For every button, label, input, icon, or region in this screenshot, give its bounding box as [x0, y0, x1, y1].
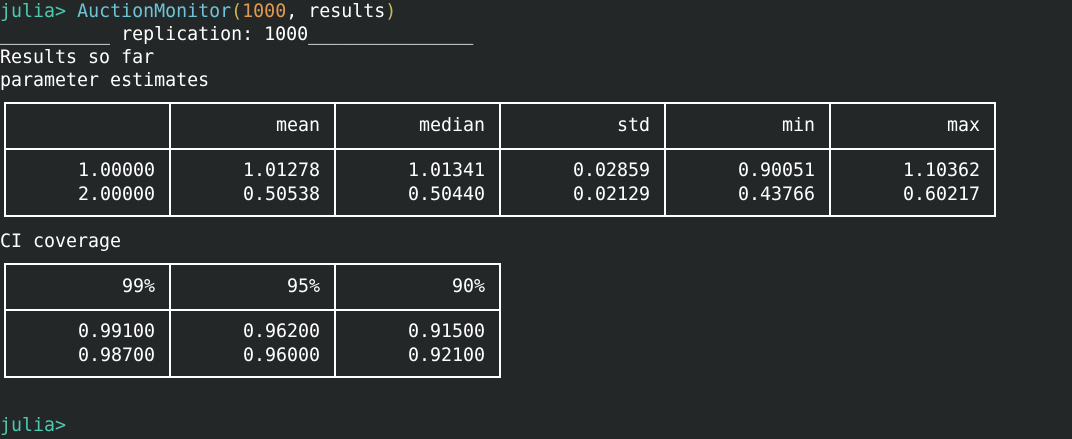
arg-number: 1000	[242, 1, 287, 22]
table-header-row: 99% 95% 90%	[4, 263, 501, 311]
results-heading: Results so far	[0, 47, 155, 68]
cell-value: 0.98700	[77, 344, 155, 366]
cell-value: 1.00000	[77, 159, 155, 181]
replication-line: __________ replication: 1000____________…	[0, 24, 474, 45]
table-cell: 1.10362 0.60217	[829, 148, 996, 217]
column-header-std: std	[499, 102, 666, 150]
table-cell: 1.00000 2.00000	[4, 148, 171, 217]
cell-value: 1.01278	[242, 159, 320, 181]
table-cell: 1.01278 0.50538	[169, 148, 336, 217]
cell-value: 0.50440	[407, 183, 485, 205]
column-header-95: 95%	[169, 263, 336, 311]
cell-value: 0.50538	[242, 183, 320, 205]
column-header-min: min	[664, 102, 831, 150]
cell-value: 0.96000	[242, 344, 320, 366]
table-cell: 1.01341 0.50440	[334, 148, 501, 217]
cell-value: 0.02859	[572, 159, 650, 181]
cell-value: 0.92100	[407, 344, 485, 366]
julia-prompt: julia>	[0, 1, 67, 22]
column-header-max: max	[829, 102, 996, 150]
column-header-median: median	[334, 102, 501, 150]
cell-value: 1.10362	[902, 159, 980, 181]
parameter-estimates-table: mean median std min max 1.00000 2.00000 1…	[4, 102, 996, 217]
table-cell: 0.02859 0.02129	[499, 148, 666, 217]
ci-heading: CI coverage	[0, 231, 122, 252]
open-paren: (	[231, 1, 243, 22]
ci-coverage-table: 99% 95% 90% 0.99100 0.98700 0.96200 0.9600…	[4, 263, 501, 378]
cell-value: 0.02129	[572, 183, 650, 205]
column-header-99: 99%	[4, 263, 171, 311]
cell-value: 0.91500	[407, 320, 485, 342]
param-heading: parameter estimates	[0, 70, 210, 91]
column-header-index	[4, 102, 171, 150]
cell-value: 0.60217	[902, 183, 980, 205]
cell-value: 0.90051	[737, 159, 815, 181]
column-header-90: 90%	[334, 263, 501, 311]
cell-value: 1.01341	[407, 159, 485, 181]
cell-value: 2.00000	[77, 183, 155, 205]
table-cell: 0.96200 0.96000	[169, 309, 336, 378]
cell-value: 0.96200	[242, 320, 320, 342]
cell-value: 0.99100	[77, 320, 155, 342]
table-cell: 0.91500 0.92100	[334, 309, 501, 378]
julia-prompt: julia>	[0, 415, 67, 436]
command-line: julia> AuctionMonitor(1000, results)	[0, 0, 396, 23]
cell-value: 0.43766	[737, 183, 815, 205]
table-header-row: mean median std min max	[4, 102, 996, 150]
table-row: 0.99100 0.98700 0.96200 0.96000 0.91500 0.9…	[4, 309, 501, 378]
input-line[interactable]: julia>	[0, 414, 66, 437]
table-cell: 0.99100 0.98700	[4, 309, 171, 378]
table-row: 1.00000 2.00000 1.01278 0.50538 1.01341 0.5…	[4, 148, 996, 217]
column-header-mean: mean	[169, 102, 336, 150]
arg-rest: , results	[286, 1, 386, 22]
close-paren: )	[385, 1, 397, 22]
table-cell: 0.90051 0.43766	[664, 148, 831, 217]
function-name: AuctionMonitor	[77, 1, 232, 22]
